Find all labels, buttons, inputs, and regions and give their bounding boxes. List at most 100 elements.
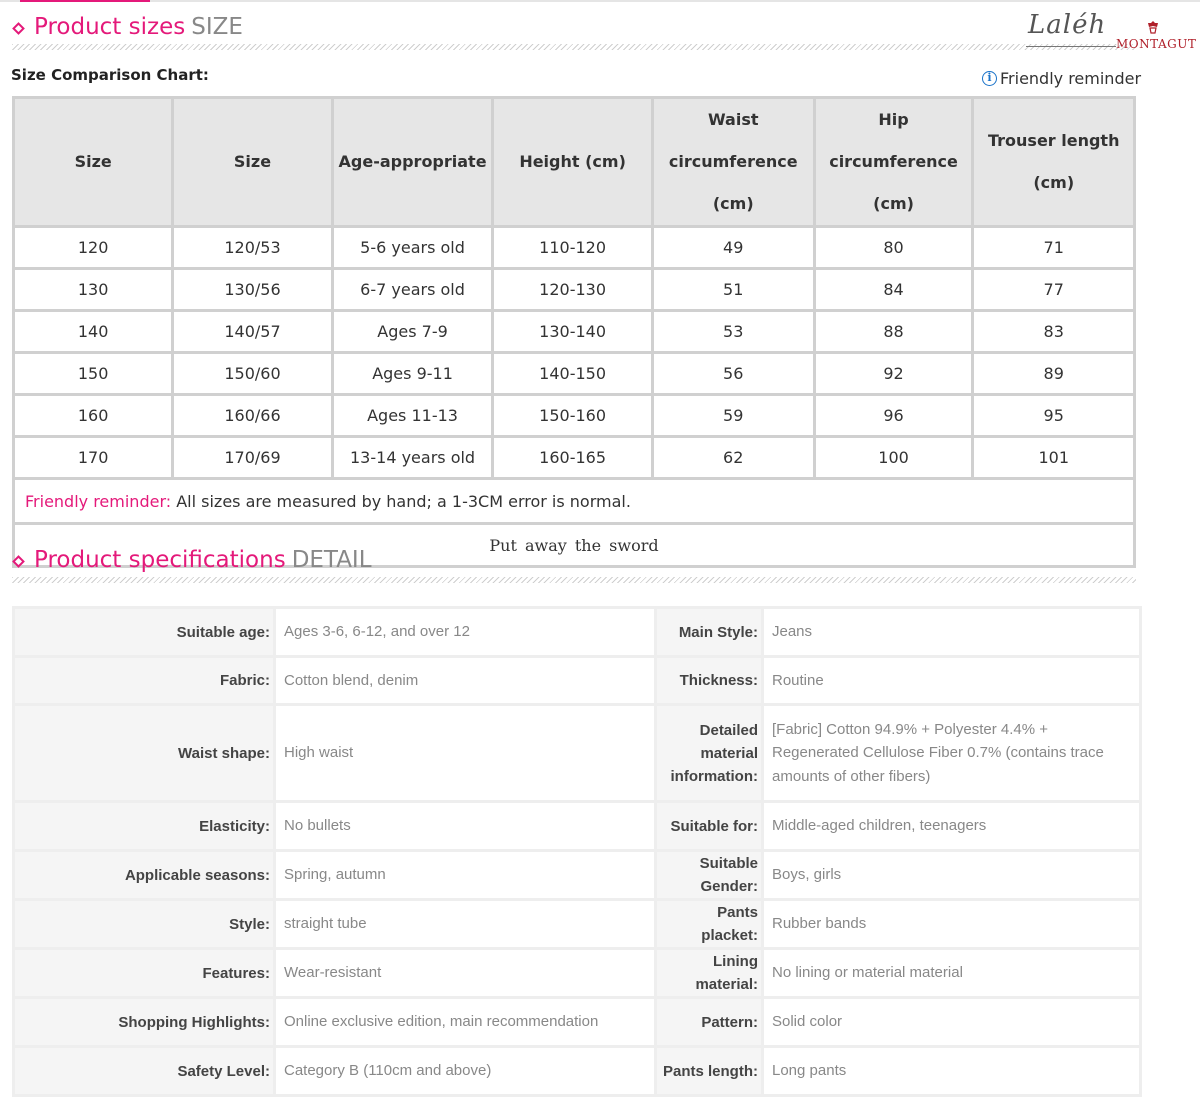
table-cell: 95 — [974, 396, 1133, 435]
table-cell: 140-150 — [494, 354, 651, 393]
specs-section-header: Product specifications DETAIL — [12, 541, 1136, 583]
spec-key: Waist shape: — [15, 706, 273, 800]
table-cell: 120-130 — [494, 270, 651, 309]
table-cell: Ages 7-9 — [333, 312, 492, 351]
spec-value: No lining or material material — [764, 950, 1139, 996]
table-row: 140 140/57 Ages 7-9 130-140 53 88 83 — [15, 312, 1133, 351]
table-cell: 53 — [653, 312, 813, 351]
spec-value: [Fabric] Cotton 94.9% + Polyester 4.4% +… — [764, 706, 1139, 800]
header-cell: Size — [174, 99, 331, 225]
section-divider — [12, 577, 1136, 583]
table-cell: 140 — [15, 312, 172, 351]
table-cell: Ages 11-13 — [333, 396, 492, 435]
brand-underline — [1026, 46, 1116, 47]
size-note: Friendly reminder: All sizes are measure… — [15, 480, 1133, 522]
table-cell: 110-120 — [494, 228, 651, 267]
table-cell: 83 — [974, 312, 1133, 351]
spec-key: Features: — [15, 950, 273, 996]
table-row: 120 120/53 5-6 years old 110-120 49 80 7… — [15, 228, 1133, 267]
spec-row: Features: Wear-resistant Lining material… — [15, 950, 1139, 996]
table-cell: 120 — [15, 228, 172, 267]
spec-key: Style: — [15, 901, 273, 947]
spec-value: Ages 3-6, 6-12, and over 12 — [276, 609, 654, 655]
spec-value: Solid color — [764, 999, 1139, 1045]
table-cell: Ages 9-11 — [333, 354, 492, 393]
table-cell: 80 — [815, 228, 972, 267]
spec-value: Spring, autumn — [276, 852, 654, 898]
table-cell: 170/69 — [174, 438, 331, 477]
spec-value: Middle-aged children, teenagers — [764, 803, 1139, 849]
diamond-icon — [12, 22, 25, 35]
table-row: 150 150/60 Ages 9-11 140-150 56 92 89 — [15, 354, 1133, 393]
spec-key: Pants placket: — [657, 901, 761, 947]
spec-row: Fabric: Cotton blend, denim Thickness: R… — [15, 658, 1139, 703]
table-cell: 62 — [653, 438, 813, 477]
spec-key: Suitable Gender: — [657, 852, 761, 898]
header-cell: Hip circumference (cm) — [815, 99, 972, 225]
spec-key: Suitable for: — [657, 803, 761, 849]
spec-value: Long pants — [764, 1048, 1139, 1094]
size-note-row: Friendly reminder: All sizes are measure… — [15, 480, 1133, 522]
friendly-reminder-link[interactable]: i Friendly reminder — [982, 69, 1141, 88]
specs-section-title: Product specifications DETAIL — [34, 547, 372, 573]
table-cell: 5-6 years old — [333, 228, 492, 267]
table-cell: 71 — [974, 228, 1133, 267]
table-cell: 101 — [974, 438, 1133, 477]
table-cell: 84 — [815, 270, 972, 309]
spec-key: Fabric: — [15, 658, 273, 703]
spec-table: Suitable age: Ages 3-6, 6-12, and over 1… — [12, 606, 1142, 1097]
spec-row: Applicable seasons: Spring, autumn Suita… — [15, 852, 1139, 898]
table-cell: 6-7 years old — [333, 270, 492, 309]
header-cell: Age-appropriate — [333, 99, 492, 225]
table-cell: 77 — [974, 270, 1133, 309]
info-icon: i — [982, 71, 997, 86]
spec-row: Safety Level: Category B (110cm and abov… — [15, 1048, 1139, 1094]
table-cell: 96 — [815, 396, 972, 435]
table-cell: 170 — [15, 438, 172, 477]
table-row: 130 130/56 6-7 years old 120-130 51 84 7… — [15, 270, 1133, 309]
spec-key: Pattern: — [657, 999, 761, 1045]
header-cell: Waist circumference (cm) — [653, 99, 813, 225]
spec-key: Elasticity: — [15, 803, 273, 849]
spec-value: Rubber bands — [764, 901, 1139, 947]
spec-value: Boys, girls — [764, 852, 1139, 898]
table-cell: 130-140 — [494, 312, 651, 351]
top-rule-accent — [20, 0, 150, 2]
spec-value: Jeans — [764, 609, 1139, 655]
size-note-text: All sizes are measured by hand; a 1-3CM … — [171, 491, 631, 511]
spec-key: Applicable seasons: — [15, 852, 273, 898]
spec-key: Suitable age: — [15, 609, 273, 655]
table-cell: 160-165 — [494, 438, 651, 477]
crest-icon — [1148, 21, 1158, 34]
size-table-header-row: Size Size Age-appropriate Height (cm) Wa… — [15, 99, 1133, 225]
table-cell: 89 — [974, 354, 1133, 393]
table-cell: 49 — [653, 228, 813, 267]
spec-key: Thickness: — [657, 658, 761, 703]
brand-name: MONTAGUT — [1116, 37, 1197, 51]
size-note-label: Friendly reminder: — [25, 491, 172, 511]
spec-value: High waist — [276, 706, 654, 800]
spec-value: Wear-resistant — [276, 950, 654, 996]
diamond-icon — [12, 555, 25, 568]
spec-key: Main Style: — [657, 609, 761, 655]
table-cell: 160 — [15, 396, 172, 435]
table-cell: 56 — [653, 354, 813, 393]
spec-key: Shopping Highlights: — [15, 999, 273, 1045]
spec-row: Shopping Highlights: Online exclusive ed… — [15, 999, 1139, 1045]
spec-key: Lining material: — [657, 950, 761, 996]
table-row: 170 170/69 13-14 years old 160-165 62 10… — [15, 438, 1133, 477]
spec-row: Waist shape: High waist Detailed materia… — [15, 706, 1139, 800]
table-cell: 51 — [653, 270, 813, 309]
table-row: 160 160/66 Ages 11-13 150-160 59 96 95 — [15, 396, 1133, 435]
spec-value: Category B (110cm and above) — [276, 1048, 654, 1094]
table-cell: 120/53 — [174, 228, 331, 267]
spec-row: Elasticity: No bullets Suitable for: Mid… — [15, 803, 1139, 849]
size-table: Size Size Age-appropriate Height (cm) Wa… — [12, 96, 1136, 568]
section-divider — [12, 44, 1136, 50]
header-cell: Trouser length (cm) — [974, 99, 1133, 225]
spec-value: straight tube — [276, 901, 654, 947]
header-cell: Height (cm) — [494, 99, 651, 225]
table-cell: 100 — [815, 438, 972, 477]
spec-row: Style: straight tube Pants placket: Rubb… — [15, 901, 1139, 947]
spec-value: Cotton blend, denim — [276, 658, 654, 703]
